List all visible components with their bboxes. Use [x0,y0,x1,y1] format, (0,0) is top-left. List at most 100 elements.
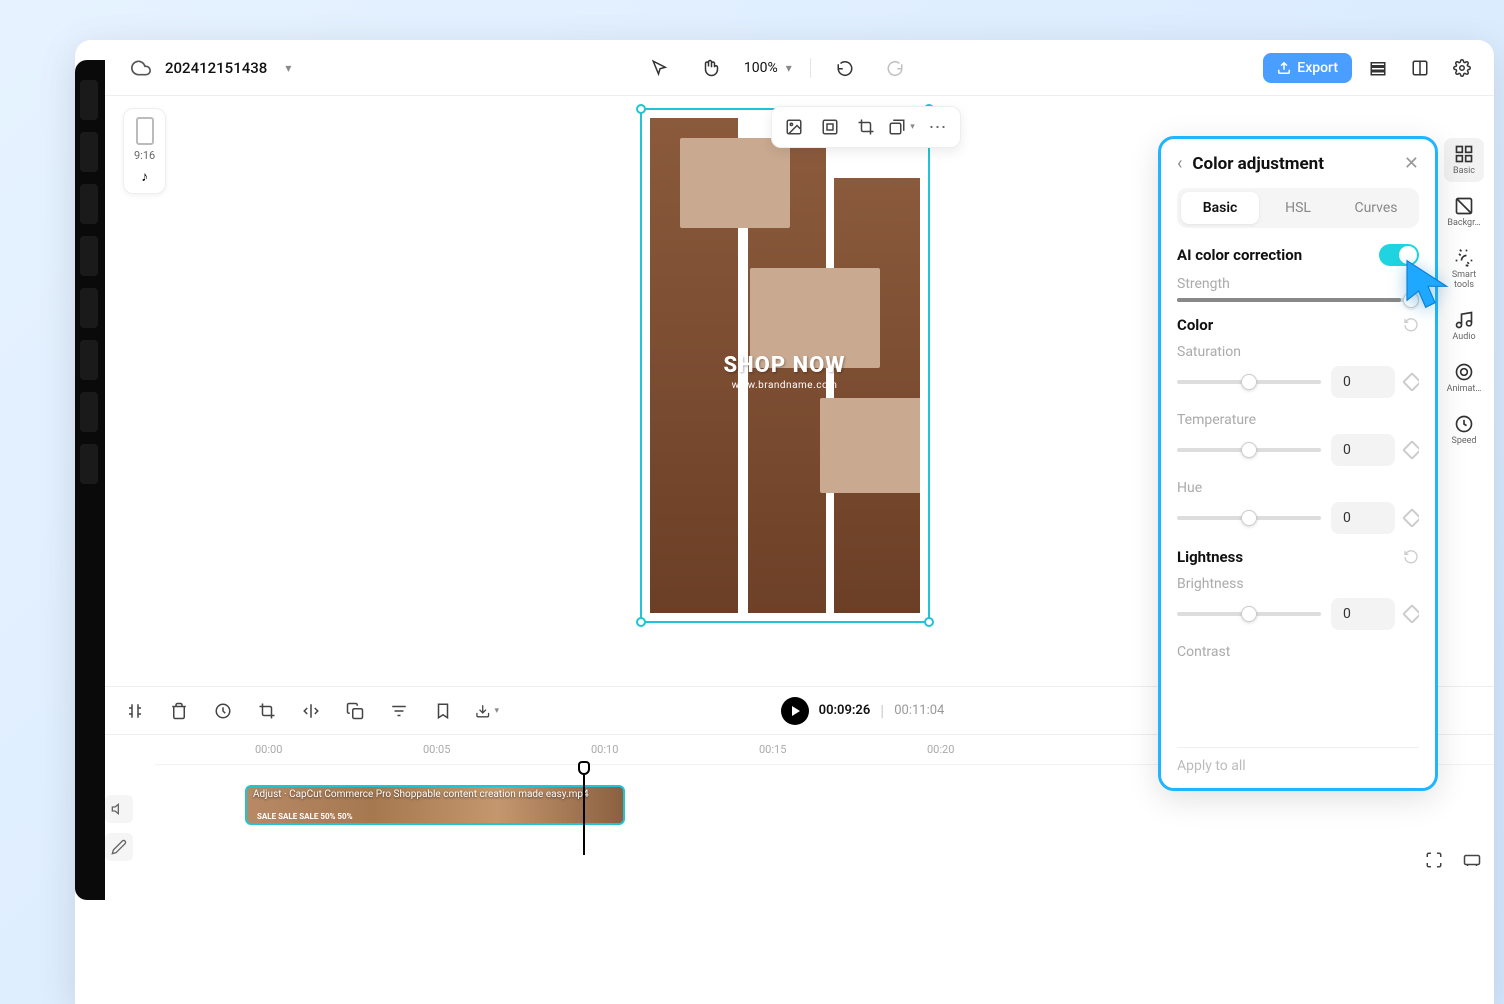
copy-icon[interactable] [343,699,367,723]
redo-button [879,52,911,84]
keyframe-icon[interactable] [1402,604,1419,624]
edit-track-icon[interactable] [105,833,133,861]
panel-back-icon[interactable]: ‹ [1177,153,1182,174]
rail-background[interactable]: Backgr… [1444,190,1484,234]
aspect-ratio-badge[interactable]: 9:16 ♪ [123,108,166,194]
tab-curves[interactable]: Curves [1337,192,1415,224]
pointer-tool[interactable] [644,52,676,84]
ruler-mark: 00:15 [759,743,786,756]
crop-timeline-icon[interactable] [255,699,279,723]
saturation-label: Saturation [1177,344,1419,360]
rail-speed[interactable]: Speed [1444,408,1484,452]
reset-icon[interactable] [1403,317,1419,333]
settings-icon[interactable] [1446,52,1478,84]
strength-label: Strength [1177,276,1419,292]
panel-tabs: Basic HSL Curves [1177,188,1419,228]
ruler-mark: 00:00 [255,743,282,756]
audio-icon [1454,310,1474,330]
more-icon[interactable]: ⋯ [924,113,952,141]
export-button[interactable]: Export [1263,53,1352,83]
export-label: Export [1297,60,1338,76]
timecode-total: 00:11:04 [894,703,944,718]
ruler-mark: 00:05 [423,743,450,756]
sort-icon[interactable] [387,699,411,723]
timecode-current: 00:09:26 [819,703,871,718]
mute-track-icon[interactable] [105,795,133,823]
ruler-mark: 00:10 [591,743,618,756]
canvas-cta: SHOP NOW [650,353,920,378]
fit-timeline-icon[interactable] [1458,846,1486,874]
canvas-wrap: SHOP NOW www.brandname.com [640,108,930,623]
saturation-value[interactable]: 0 [1331,366,1395,398]
freeze-icon[interactable] [431,699,455,723]
close-icon[interactable]: ✕ [1404,153,1419,174]
crop-icon[interactable] [852,113,880,141]
brightness-value[interactable]: 0 [1331,598,1395,630]
rail-label: Animat… [1444,384,1484,394]
contrast-label: Contrast [1177,644,1419,660]
video-canvas[interactable]: SHOP NOW www.brandname.com [640,108,930,623]
smart-tools-icon [1454,248,1474,268]
lightness-section-title: Lightness [1177,548,1243,566]
video-clip[interactable]: Adjust · CapCut Commerce Pro Shoppable c… [245,785,625,825]
resize-handle[interactable] [636,104,646,114]
rail-basic[interactable]: Basic [1444,138,1484,182]
temperature-slider[interactable] [1177,448,1321,452]
download-icon[interactable]: ▾ [475,699,499,723]
resize-handle[interactable] [924,617,934,627]
tiktok-icon: ♪ [134,168,155,185]
divider [810,58,811,78]
play-button[interactable] [781,697,809,725]
hand-tool[interactable] [694,52,726,84]
rail-animation[interactable]: Animat… [1444,356,1484,400]
keyframe-icon[interactable] [1402,508,1419,528]
ai-color-correction-label: AI color correction [1177,246,1302,264]
ratio-icon [136,117,154,145]
tab-basic[interactable]: Basic [1181,192,1259,224]
hue-value[interactable]: 0 [1331,502,1395,534]
keyframe-icon[interactable] [1402,372,1419,392]
rail-label: Speed [1444,436,1484,446]
timeline-right-controls [1420,846,1486,874]
ruler-mark: 00:20 [927,743,954,756]
panel-toggle-icon[interactable] [1404,52,1436,84]
cloud-icon[interactable] [131,58,151,78]
color-adjustment-panel: ‹ Color adjustment ✕ Basic HSL Curves AI… [1158,136,1438,791]
saturation-slider[interactable] [1177,380,1321,384]
brightness-slider[interactable] [1177,612,1321,616]
resize-handle[interactable] [636,617,646,627]
basic-icon [1454,144,1474,164]
mirror-icon[interactable] [299,699,323,723]
split-icon[interactable] [123,699,147,723]
rail-label: Basic [1444,166,1484,176]
background-icon [1454,196,1474,216]
reverse-icon[interactable] [211,699,235,723]
ratio-label: 9:16 [134,149,155,162]
tutorial-cursor-icon [1400,256,1456,312]
layout-icon[interactable] [1362,52,1394,84]
strength-slider[interactable] [1177,298,1419,302]
speed-icon [1454,414,1474,434]
clip-sale-overlay: SALE SALE SALE 50% 50% [257,812,353,821]
animation-icon [1454,362,1474,382]
zoom-level[interactable]: 100%▾ [744,60,792,76]
rail-label: Audio [1444,332,1484,342]
delete-icon[interactable] [167,699,191,723]
tab-hsl[interactable]: HSL [1259,192,1337,224]
brightness-label: Brightness [1177,576,1419,592]
project-name[interactable]: 202412151438 [165,59,267,77]
reset-icon[interactable] [1403,549,1419,565]
replace-media-icon[interactable] [780,113,808,141]
temperature-value[interactable]: 0 [1331,434,1395,466]
topbar: 202412151438 ▾ 100%▾ Export [75,40,1494,96]
undo-button[interactable] [829,52,861,84]
layer-icon[interactable]: ▾ [888,113,916,141]
app-shell: 202412151438 ▾ 100%▾ Export 9:16 ♪ [75,40,1494,1004]
fit-icon[interactable] [816,113,844,141]
keyframe-icon[interactable] [1402,440,1419,460]
fullscreen-icon[interactable] [1420,846,1448,874]
apply-to-all-button[interactable]: Apply to all [1177,747,1419,774]
playhead[interactable] [583,765,585,855]
canvas-content: SHOP NOW www.brandname.com [650,118,920,613]
hue-slider[interactable] [1177,516,1321,520]
